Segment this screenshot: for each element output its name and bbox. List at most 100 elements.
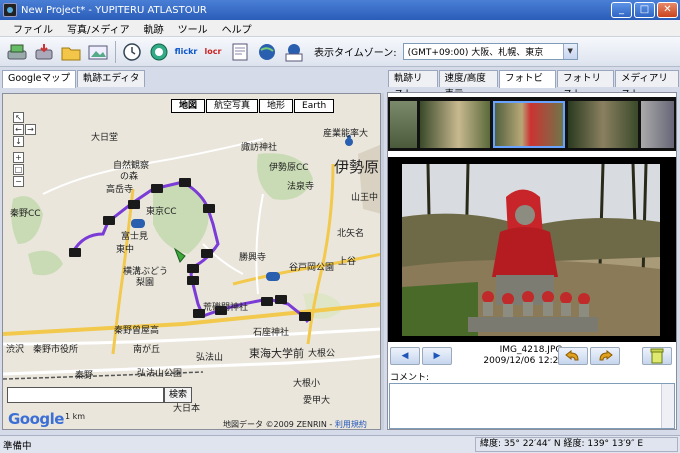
photo-icon bbox=[88, 45, 108, 59]
pan-down-icon[interactable]: ↓ bbox=[13, 136, 24, 147]
map-label: 上谷 bbox=[338, 257, 357, 267]
terms-link[interactable]: 利用規約 bbox=[335, 420, 367, 429]
map-label: 荒磯開神社 bbox=[203, 303, 249, 313]
rotate-right-button[interactable] bbox=[590, 347, 620, 365]
comment-scrollbar[interactable] bbox=[661, 384, 674, 428]
menu-track[interactable]: 軌跡 bbox=[137, 21, 171, 36]
map-label: 大日堂 bbox=[91, 133, 119, 143]
zoom-reset-icon[interactable]: □ bbox=[13, 164, 24, 175]
menu-photo-media[interactable]: 写真/メディア bbox=[60, 21, 137, 36]
flickr-button[interactable]: flickr bbox=[173, 39, 199, 65]
map-label: 東京CC bbox=[146, 207, 177, 217]
status-text: 準備中 bbox=[3, 440, 32, 452]
prev-photo-button[interactable]: ◀ bbox=[390, 347, 420, 365]
status-bar: 準備中 緯度: 35° 22′44″ N 経度: 139° 13′9″ E bbox=[0, 435, 680, 453]
tab-media-list[interactable]: メディアリスト bbox=[615, 70, 679, 100]
map-label: 伊勢原 bbox=[334, 158, 380, 176]
zoom-in-icon[interactable]: + bbox=[13, 152, 24, 163]
tab-speed-altitude[interactable]: 速度/高度表示 bbox=[438, 70, 499, 100]
flickr-icon: flickr bbox=[174, 47, 198, 56]
open-folder-button[interactable] bbox=[58, 39, 84, 65]
export-device-icon bbox=[35, 43, 53, 59]
menu-file[interactable]: ファイル bbox=[6, 21, 60, 36]
chevron-down-icon: ▼ bbox=[562, 44, 577, 59]
locr-icon: locr bbox=[204, 47, 222, 56]
add-photo-button[interactable] bbox=[85, 39, 111, 65]
map-label: 山王中 bbox=[351, 193, 379, 203]
comment-field[interactable] bbox=[389, 383, 675, 429]
close-button[interactable]: ✕ bbox=[657, 2, 678, 18]
map-label: 渋沢 bbox=[6, 345, 25, 355]
tab-google-map[interactable]: Googleマップ bbox=[2, 70, 77, 88]
scale-bar: 1 km bbox=[65, 412, 86, 421]
photo-filmstrip bbox=[388, 97, 676, 151]
map-label: 秦野 bbox=[75, 371, 94, 381]
map-search-button[interactable]: 検索 bbox=[164, 387, 192, 403]
photo-thumbnail-selected[interactable] bbox=[493, 101, 565, 148]
pan-up-left-icon[interactable]: ↖ bbox=[13, 112, 24, 123]
map-label: 秦野曾屋高 bbox=[114, 326, 160, 336]
photo-thumbnail[interactable] bbox=[641, 101, 674, 148]
main-photo bbox=[388, 157, 676, 342]
rotate-left-button[interactable] bbox=[558, 347, 588, 365]
pan-right-icon[interactable]: → bbox=[25, 124, 36, 135]
app-icon bbox=[3, 3, 17, 17]
tab-track-editor[interactable]: 軌跡エディタ bbox=[77, 70, 146, 87]
maximize-button[interactable]: □ bbox=[634, 2, 655, 18]
photo-thumbnail[interactable] bbox=[390, 101, 417, 148]
timezone-value: (GMT+09:00) 大阪、札幌、東京 bbox=[407, 48, 544, 58]
import-gps-button[interactable] bbox=[4, 39, 30, 65]
right-tab-bar: 軌跡リスト 速度/高度表示 フォトビュー フォトリスト メディアリスト bbox=[388, 70, 680, 100]
map-label: 法泉寺 bbox=[287, 182, 315, 192]
folder-icon bbox=[61, 47, 81, 60]
window-title: New Project* - YUPITERU ATLASTOUR bbox=[21, 4, 207, 16]
kmz-icon bbox=[285, 43, 303, 61]
map-label: 勝興寺 bbox=[239, 253, 267, 263]
map-type-terrain[interactable]: 地形 bbox=[259, 99, 294, 113]
photo-thumbnail[interactable] bbox=[568, 101, 638, 148]
zoom-out-icon[interactable]: − bbox=[13, 176, 24, 187]
gps-device-icon bbox=[7, 44, 27, 59]
google-earth-button[interactable] bbox=[254, 39, 280, 65]
map-label: 秦野市役所 bbox=[33, 345, 79, 355]
menu-tools[interactable]: ツール bbox=[171, 21, 215, 36]
map-label: 弘法山 bbox=[196, 353, 224, 363]
document-icon bbox=[232, 43, 248, 60]
rotate-right-icon bbox=[599, 350, 613, 361]
tab-track-list[interactable]: 軌跡リスト bbox=[388, 70, 438, 100]
delete-photo-button[interactable] bbox=[642, 347, 672, 365]
map-label: 大根小 bbox=[293, 379, 321, 389]
pane-splitter[interactable] bbox=[381, 93, 384, 430]
menu-bar: ファイル 写真/メディア 軌跡 ツール ヘルプ bbox=[0, 20, 680, 37]
export-gps-button[interactable] bbox=[31, 39, 57, 65]
time-adjust-button[interactable] bbox=[119, 39, 145, 65]
map-label: 高岳寺 bbox=[106, 185, 134, 195]
export-kmz-button[interactable] bbox=[281, 39, 307, 65]
map-label: 愛甲大 bbox=[303, 396, 331, 406]
map-type-selector: 地図 航空写真 地形 Earth bbox=[171, 99, 335, 113]
map-label: 東中 bbox=[116, 245, 135, 255]
map-label: の森 bbox=[120, 172, 139, 182]
comment-label: コメント: bbox=[390, 373, 430, 383]
title-bar: New Project* - YUPITERU ATLASTOUR _ □ ✕ bbox=[0, 0, 680, 20]
minimize-button[interactable]: _ bbox=[611, 2, 632, 18]
timezone-label: 表示タイムゾーン: bbox=[314, 48, 397, 59]
map-search-input[interactable] bbox=[7, 387, 164, 403]
photo-thumbnail[interactable] bbox=[420, 101, 490, 148]
map-label: 梨園 bbox=[136, 278, 155, 288]
map-type-earth[interactable]: Earth bbox=[294, 99, 335, 113]
map-label: 弘法山公園 bbox=[137, 369, 183, 379]
jizo-photo bbox=[402, 163, 660, 336]
locr-button[interactable]: locr bbox=[200, 39, 226, 65]
menu-help[interactable]: ヘルプ bbox=[215, 21, 259, 36]
export-html-button[interactable] bbox=[227, 39, 253, 65]
tab-photo-view[interactable]: フォトビュー bbox=[499, 70, 557, 100]
pan-left-icon[interactable]: ← bbox=[13, 124, 24, 135]
map-view[interactable]: 地図 航空写真 地形 Earth ↖ ← → ↓ + □ − 伊勢原 大日堂 自… bbox=[2, 93, 381, 430]
map-type-map[interactable]: 地図 bbox=[171, 99, 206, 113]
toolbar: flickr locr 表示タイムゾーン: (GMT+09:00) 大阪、札幌、… bbox=[0, 37, 680, 67]
picasa-button[interactable] bbox=[146, 39, 172, 65]
tab-photo-list[interactable]: フォトリスト bbox=[557, 70, 615, 100]
timezone-select[interactable]: (GMT+09:00) 大阪、札幌、東京 ▼ bbox=[402, 43, 578, 60]
map-type-satellite[interactable]: 航空写真 bbox=[206, 99, 259, 113]
